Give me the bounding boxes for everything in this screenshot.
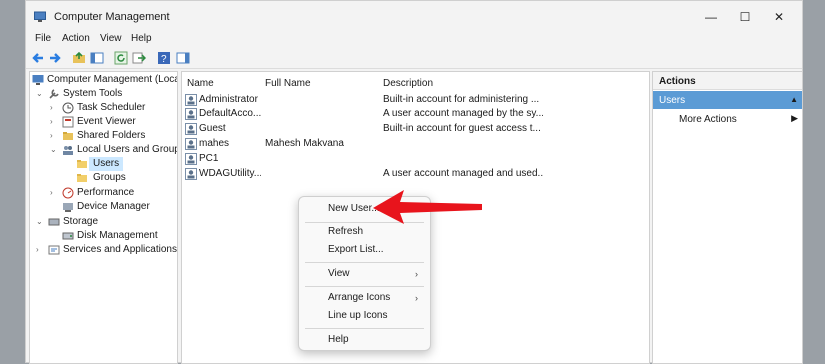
chevron-right-icon: › xyxy=(415,293,418,303)
column-header-description[interactable]: Description xyxy=(383,78,433,89)
console-tree: Computer Management (Local) ⌄ System Too… xyxy=(29,71,178,364)
actions-header: Actions xyxy=(653,72,802,90)
device-manager-icon xyxy=(63,203,73,212)
chevron-down-icon[interactable]: ⌄ xyxy=(36,215,44,229)
event-viewer-icon xyxy=(62,116,74,128)
help-icon[interactable]: ? xyxy=(157,51,171,65)
user-icon xyxy=(185,123,197,135)
show-hide-action-pane-icon[interactable] xyxy=(176,51,190,65)
collapse-arrow-icon[interactable]: ▲ xyxy=(790,95,798,104)
storage-icon xyxy=(48,218,60,226)
close-button[interactable]: ✕ xyxy=(764,7,794,27)
list-item[interactable]: mahes Mahesh Makvana xyxy=(182,137,649,151)
chevron-right-icon: ▶ xyxy=(791,113,798,123)
tree-item-users-label: Users xyxy=(89,157,124,171)
minimize-button[interactable]: — xyxy=(696,7,726,27)
list-item[interactable]: WDAGUtility... A user account managed an… xyxy=(182,167,649,181)
menu-separator xyxy=(305,328,424,329)
folder-icon xyxy=(77,160,87,168)
show-hide-tree-icon[interactable] xyxy=(90,51,104,65)
user-icon xyxy=(185,153,197,165)
menu-help[interactable]: Help xyxy=(131,33,152,44)
performance-icon xyxy=(62,187,74,199)
menu-item-help[interactable]: Help xyxy=(299,331,430,349)
actions-section-users[interactable]: Users ▲ xyxy=(653,91,802,109)
menu-bar: File Action View Help xyxy=(26,32,802,48)
computer-management-icon xyxy=(34,11,46,22)
menu-separator xyxy=(305,262,424,263)
services-icon xyxy=(48,245,60,255)
svg-text:?: ? xyxy=(161,54,167,65)
menu-item-view[interactable]: View › xyxy=(299,265,430,283)
red-pointer-arrow-icon xyxy=(373,190,482,224)
chevron-right-icon[interactable]: › xyxy=(50,186,58,200)
user-icon xyxy=(185,138,197,150)
shared-folder-icon xyxy=(63,132,73,140)
back-arrow-icon[interactable] xyxy=(31,51,45,65)
more-actions-link[interactable]: More Actions xyxy=(679,114,737,125)
user-icon xyxy=(185,168,197,180)
refresh-icon[interactable] xyxy=(114,51,128,65)
chevron-down-icon[interactable]: ⌄ xyxy=(50,143,58,157)
list-item[interactable]: PC1 xyxy=(182,152,649,166)
menu-item-arrange-icons[interactable]: Arrange Icons › xyxy=(299,289,430,307)
actions-section-label: Users xyxy=(659,95,686,106)
menu-file[interactable]: File xyxy=(35,33,51,44)
chevron-right-icon[interactable]: › xyxy=(50,129,58,143)
list-item[interactable]: Guest Built-in account for guest access … xyxy=(182,122,649,136)
actions-pane: Actions Users ▲ More Actions ▶ xyxy=(652,71,803,364)
maximize-button[interactable]: ☐ xyxy=(730,7,760,27)
tools-icon xyxy=(49,89,59,99)
menu-item-line-up-icons[interactable]: Line up Icons xyxy=(299,307,430,325)
toolbar: ? xyxy=(26,48,802,69)
column-header-full-name[interactable]: Full Name xyxy=(265,78,311,89)
clock-icon xyxy=(62,102,74,114)
user-icon xyxy=(185,108,197,120)
chevron-right-icon[interactable]: › xyxy=(36,243,44,257)
folder-icon xyxy=(77,174,87,182)
chevron-right-icon: › xyxy=(415,269,418,279)
chevron-right-icon[interactable]: › xyxy=(50,101,58,115)
title-bar: Computer Management — ☐ ✕ xyxy=(26,1,802,32)
column-header-name[interactable]: Name xyxy=(187,78,214,89)
chevron-down-icon[interactable]: ⌄ xyxy=(36,87,44,101)
users-group-icon xyxy=(63,146,73,155)
forward-arrow-icon[interactable] xyxy=(48,51,62,65)
export-list-icon[interactable] xyxy=(132,51,146,65)
up-folder-icon[interactable] xyxy=(72,51,86,65)
menu-view[interactable]: View xyxy=(100,33,122,44)
window-title: Computer Management xyxy=(54,11,170,23)
menu-item-export-list[interactable]: Export List... xyxy=(299,241,430,259)
menu-separator xyxy=(305,286,424,287)
list-item[interactable]: Administrator Built-in account for admin… xyxy=(182,93,649,107)
list-item[interactable]: DefaultAcco... A user account managed by… xyxy=(182,107,649,121)
user-icon xyxy=(185,94,197,106)
menu-action[interactable]: Action xyxy=(62,33,90,44)
computer-management-icon xyxy=(32,75,44,85)
chevron-right-icon[interactable]: › xyxy=(50,115,58,129)
disk-icon xyxy=(62,232,74,240)
